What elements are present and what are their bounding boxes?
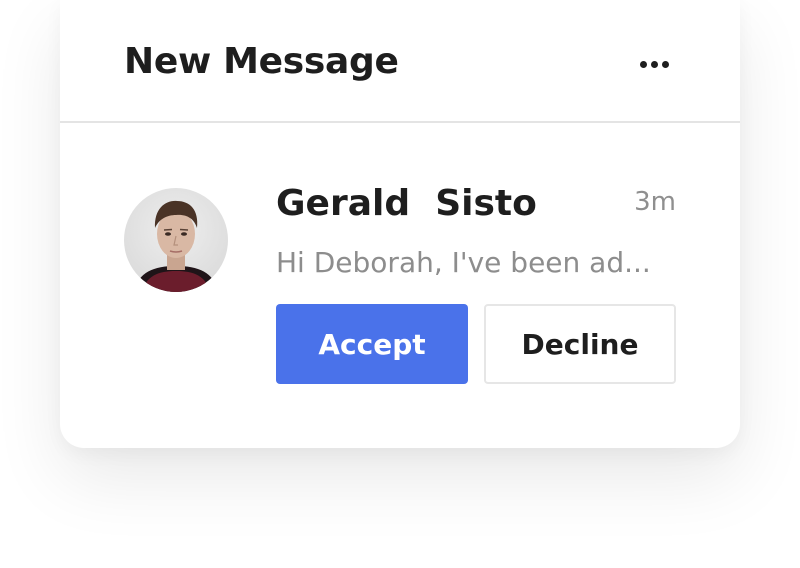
- more-dot: [661, 60, 669, 68]
- card-title: New Message: [124, 41, 399, 82]
- accept-button[interactable]: Accept: [276, 304, 468, 384]
- card-header: New Message: [60, 0, 740, 123]
- avatar-portrait-icon: [134, 200, 218, 292]
- message-request-card: New Message Gerald Sisto 3m Hi Deborah, …: [60, 0, 740, 448]
- decline-button[interactable]: Decline: [484, 304, 676, 384]
- page-background: New Message Gerald Sisto 3m Hi Deborah, …: [0, 0, 800, 568]
- message-preview: Hi Deborah, I've been ad...: [276, 246, 651, 279]
- avatar[interactable]: [124, 188, 228, 292]
- message-timestamp: 3m: [634, 187, 676, 217]
- more-dot: [639, 60, 647, 68]
- sender-name: Gerald Sisto: [276, 183, 537, 224]
- more-options-icon[interactable]: [632, 50, 676, 78]
- more-dot: [650, 60, 658, 68]
